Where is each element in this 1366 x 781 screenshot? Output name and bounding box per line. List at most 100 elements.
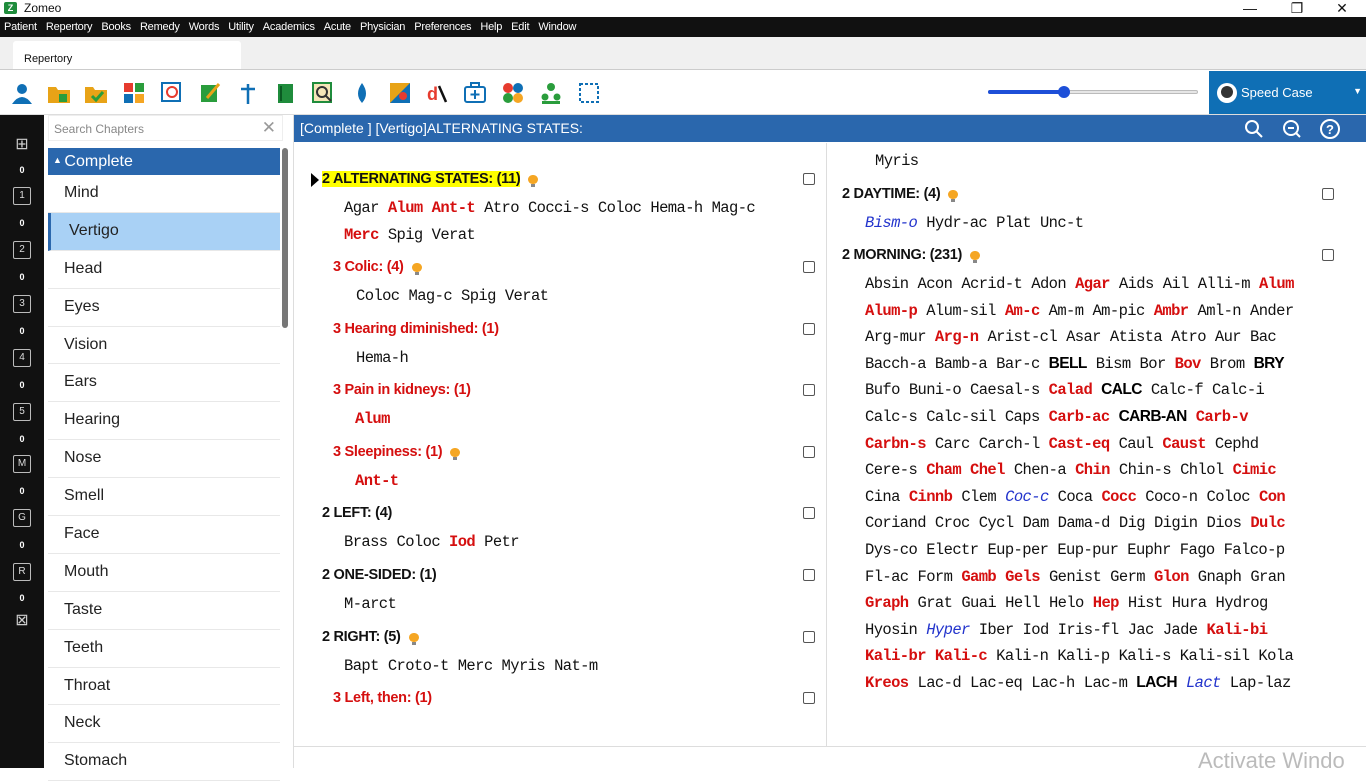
remedy-abbrev[interactable]: Aids [1119,275,1154,293]
remedy-abbrev[interactable]: Spig [461,287,496,305]
remedy-abbrev[interactable]: Cast-eq [1049,435,1111,453]
remedy-abbrev[interactable]: Hema-h [356,349,409,367]
remedy-abbrev[interactable]: Jade [1163,621,1198,639]
menu-item[interactable]: Academics [263,21,315,33]
help-icon[interactable]: ? [1319,118,1341,140]
remedy-abbrev[interactable]: Carc [935,435,970,453]
rubric-checkbox[interactable] [803,384,815,396]
remedy-abbrev[interactable]: Hydrog [1216,594,1269,612]
chapter-item-taste[interactable]: Taste [48,592,280,630]
remedy-abbrev[interactable]: Gamb [961,568,996,586]
remedy-abbrev[interactable]: Germ [1110,568,1145,586]
remedy-abbrev[interactable]: Ander [1250,302,1294,320]
open-folder-icon[interactable] [47,81,71,105]
remedy-abbrev[interactable]: Grat [918,594,953,612]
remedy-4-icon[interactable]: 4 [13,349,31,367]
rubric-checkbox[interactable] [803,261,815,273]
remedy-abbrev[interactable]: Atro [1171,328,1206,346]
remedy-abbrev[interactable]: Carch-l [979,435,1041,453]
remedy-abbrev[interactable]: Kali-s [1119,647,1172,665]
rubric-checkbox[interactable] [803,631,815,643]
remedy-abbrev[interactable]: Calc-i [1212,381,1265,399]
remedy-abbrev[interactable]: Lac-m [1084,674,1128,692]
menu-item[interactable]: Preferences [414,21,471,33]
remedy-abbrev[interactable]: Guai [961,594,996,612]
remedy-abbrev[interactable]: BRY [1254,355,1285,372]
remedy-abbrev[interactable]: Form [918,568,953,586]
remedy-abbrev[interactable]: Jac [1128,621,1155,639]
remedy-abbrev[interactable]: Croto-t [388,657,450,675]
remedy-abbrev[interactable]: Verat [505,287,549,305]
remedy-abbrev[interactable]: Dulc [1250,514,1285,532]
remedy-abbrev[interactable]: Bacch-a [865,355,927,373]
remedy-abbrev[interactable]: Bapt [344,657,379,675]
chapter-item-hearing[interactable]: Hearing [48,402,280,441]
remedy-abbrev[interactable]: Merc [344,226,379,244]
slider-knob[interactable] [1057,86,1070,98]
remedy-abbrev[interactable]: Bar-c [996,355,1040,373]
rubric-title[interactable]: 2 MORNING: (231) [842,247,962,263]
chapter-item-eyes[interactable]: Eyes [48,289,280,327]
remedy-abbrev[interactable]: Euphr [1127,541,1171,559]
remedy-abbrev[interactable]: Arg-mur [865,328,927,346]
remedy-abbrev[interactable]: Plat [996,214,1031,232]
remedy-abbrev[interactable]: Am-pic [1092,302,1145,320]
remedy-abbrev[interactable]: Lac-h [1031,674,1075,692]
zoom-slider[interactable] [988,86,1198,98]
remedy-3-icon[interactable]: 3 [13,295,31,313]
remedy-abbrev[interactable]: Hyper [926,621,970,639]
remedy-g-icon[interactable]: G [13,509,31,527]
remedy-abbrev[interactable]: Ant-t [355,472,399,490]
remedy-abbrev[interactable]: Cocci-s [528,199,590,217]
remedy-abbrev[interactable]: Bism-o [865,214,918,232]
chapter-item-head[interactable]: Head [48,251,280,289]
selection-icon[interactable] [577,81,601,105]
rubric-title[interactable]: 2 DAYTIME: (4) [842,186,941,202]
remedy-abbrev[interactable]: Iod [449,533,476,551]
remedy-abbrev[interactable]: Digin [1154,514,1198,532]
chapter-item-stomach[interactable]: Stomach [48,743,280,781]
remedy-abbrev[interactable]: Caust [1162,435,1206,453]
menu-item[interactable]: Patient [4,21,37,33]
menu-item[interactable]: Help [480,21,502,33]
rubric-title[interactable]: 3 Colic: (4) [333,259,404,275]
remedy-abbrev[interactable]: Caps [1005,408,1040,426]
dk-icon[interactable]: d [425,81,449,105]
remedy-abbrev[interactable]: Alum-p [865,302,918,320]
remedy-abbrev[interactable]: Chlol [1180,461,1224,479]
remedy-abbrev[interactable]: Alum [388,199,423,217]
remedy-abbrev[interactable]: Con [1259,488,1286,506]
chapter-item-ears[interactable]: Ears [48,364,280,403]
remedy-abbrev[interactable]: Hura [1172,594,1207,612]
rubric-title[interactable]: 2 ALTERNATING STATES: (11) [322,171,521,187]
remedy-abbrev[interactable]: Fago [1180,541,1215,559]
remedy-abbrev[interactable]: Myris [502,657,546,675]
remedy-abbrev[interactable]: Bism [1096,355,1131,373]
chapter-item-smell[interactable]: Smell [48,478,280,517]
bulb-icon[interactable] [528,175,538,187]
remedy-abbrev[interactable]: Cimic [1233,461,1277,479]
remedy-abbrev[interactable]: Kali-n [996,647,1049,665]
remedy-abbrev[interactable]: Merc [458,657,493,675]
chapter-scrollbar[interactable] [282,148,288,328]
remedy-5-icon[interactable]: 5 [13,403,31,421]
remedy-abbrev[interactable]: Kali-p [1057,647,1110,665]
bulb-icon[interactable] [412,263,422,275]
remedy-abbrev[interactable]: Lact [1186,674,1221,692]
remedy-abbrev[interactable]: Buni-o [909,381,962,399]
chevron-down-icon[interactable]: ▼ [1353,86,1362,96]
remedy-abbrev[interactable]: Bov [1175,355,1202,373]
menu-item[interactable]: Books [101,21,131,33]
bulb-icon[interactable] [970,251,980,263]
remedy-abbrev[interactable]: Kola [1258,647,1293,665]
menu-item[interactable]: Repertory [46,21,93,33]
remedy-abbrev[interactable]: Cocc [1101,488,1136,506]
remedy-abbrev[interactable]: Eup-per [987,541,1049,559]
staff-icon[interactable] [236,81,260,105]
remedy-abbrev[interactable]: Bufo [865,381,900,399]
remedy-abbrev[interactable]: Glon [1154,568,1189,586]
remedy-abbrev[interactable]: BELL [1049,355,1088,372]
remedy-abbrev[interactable]: Alum-sil [926,302,996,320]
clover-icon[interactable] [501,81,525,105]
remedy-abbrev[interactable]: Atro [484,199,519,217]
